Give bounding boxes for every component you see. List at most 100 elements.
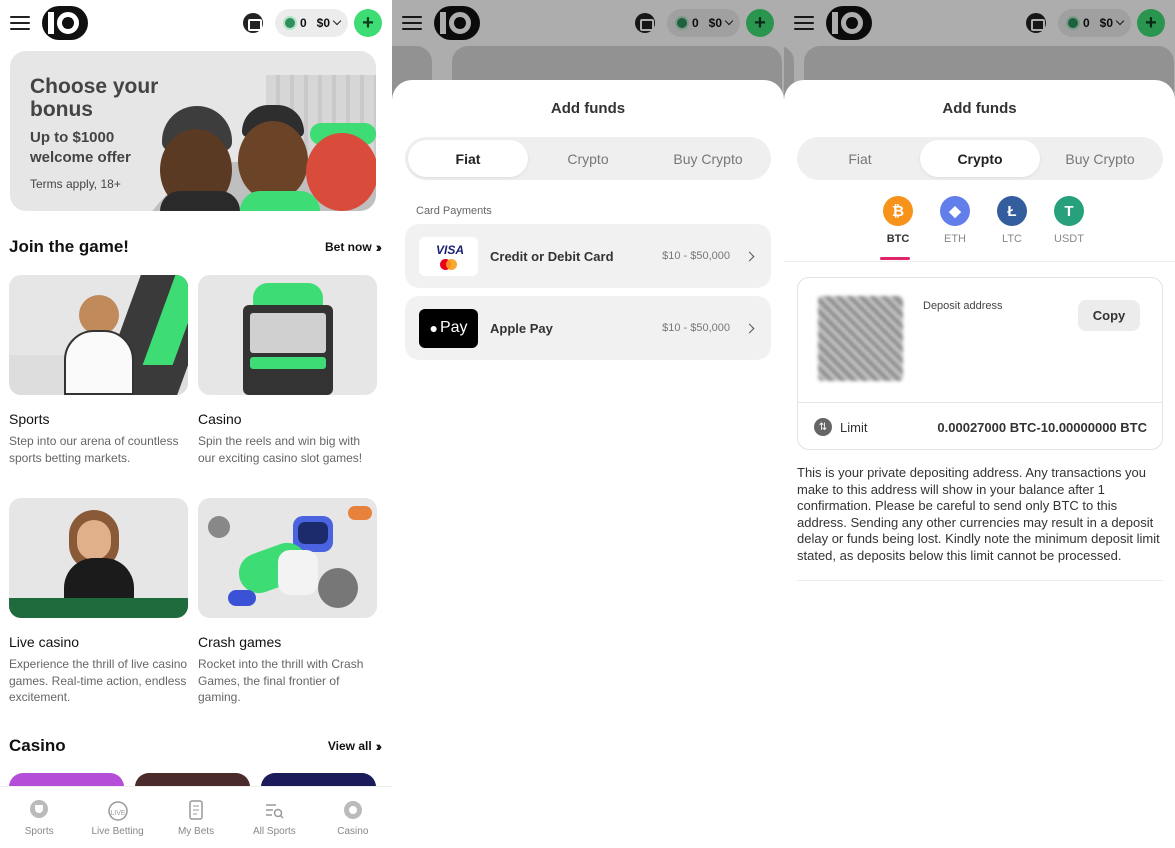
home-screen: 0 $0 + Choose your bonus Up to $1000 wel… (0, 0, 392, 848)
card-title: Live casino (9, 634, 80, 650)
limit-label: Limit (840, 420, 868, 435)
casino-image[interactable] (198, 275, 377, 395)
limit-value: 0.00027000 BTC-10.00000000 BTC (937, 420, 1147, 435)
card-sports: Sports Step into our arena of countless … (9, 275, 188, 466)
top-bar: 0 $0 + (0, 0, 392, 46)
nav-casino[interactable]: Casino (314, 787, 392, 848)
join-title: Join the game! (9, 237, 129, 256)
litecoin-icon: Ł (997, 196, 1027, 226)
tab-buy-crypto[interactable]: Buy Crypto (1040, 140, 1160, 177)
arrows-updown-icon: ⇅ (814, 418, 832, 436)
gift-icon[interactable] (242, 13, 263, 33)
character-bearded (238, 121, 308, 201)
card-title: Sports (9, 411, 50, 427)
funding-tabs: Fiat Crypto Buy Crypto (405, 137, 771, 180)
bet-now-link[interactable]: Bet now ›› (325, 239, 383, 255)
character-body-green (240, 191, 320, 211)
live-stopwatch-icon: LIVE (107, 801, 128, 821)
bitcoin-icon: ₿ (883, 196, 913, 226)
crash-games-image[interactable] (198, 498, 377, 618)
nav-my-bets[interactable]: My Bets (157, 787, 235, 848)
promo-banner[interactable]: Choose your bonus Up to $1000 welcome of… (10, 51, 376, 211)
card-desc: Rocket into the thrill with Crash Games,… (198, 657, 364, 704)
sheet-title: Add funds (942, 100, 1017, 117)
copy-button[interactable]: Copy (1078, 300, 1140, 331)
casino-section-header: Casino View all ›› (9, 736, 383, 756)
balance-amount: $0 (316, 16, 330, 30)
nav-label: My Bets (177, 826, 215, 837)
add-funds-crypto-screen: 0 $0 + Add funds Fiat Crypto Buy Crypto … (784, 0, 1175, 848)
visa-logo-text: VISA (436, 242, 465, 257)
currency-label: ETH (944, 233, 966, 245)
nav-label: Live Betting (91, 826, 144, 837)
promo-subtitle: Up to $1000 welcome offer (30, 129, 131, 166)
card-desc: Experience the thrill of live casino gam… (9, 657, 188, 704)
nav-label: Casino (337, 826, 369, 837)
currency-label: USDT (1054, 233, 1084, 245)
view-all-label: View all (327, 739, 372, 753)
nav-all-sports[interactable]: All Sports (235, 787, 313, 848)
payment-method-card[interactable]: VISA Credit or Debit Card $10 - $50,000 (405, 224, 771, 288)
card-payments-label: Card Payments (416, 205, 492, 217)
payment-method-name: Credit or Debit Card (490, 248, 614, 264)
chevron-right-icon (744, 251, 755, 261)
payment-method-name: Apple Pay (490, 320, 553, 336)
sheet-title: Add funds (550, 100, 626, 117)
tab-fiat[interactable]: Fiat (408, 140, 528, 177)
currency-label: LTC (1002, 233, 1022, 245)
view-all-link[interactable]: View all ›› (327, 738, 383, 754)
payment-method-range: $10 - $50,000 (662, 322, 730, 334)
double-chevron-right-icon: ›› (375, 239, 383, 255)
casino-title: Casino (9, 736, 66, 755)
live-casino-image[interactable] (9, 498, 188, 618)
deposit-address-label: Deposit address (923, 300, 1003, 312)
chevron-right-icon (744, 323, 755, 333)
tab-fiat[interactable]: Fiat (800, 140, 920, 177)
wallet-balance[interactable]: 0 $0 (274, 9, 348, 37)
promo-terms: Terms apply, 18+ (30, 177, 121, 191)
coin-count: 0 (299, 16, 307, 30)
apple-pay-logo-text: Pay (439, 319, 468, 336)
qr-code-image (818, 296, 903, 381)
deposit-info-text: This is your private depositing address.… (797, 465, 1160, 563)
selected-currency-indicator (880, 257, 910, 260)
deposit-address-box: Deposit address Copy ⇅ Limit 0.00027000 … (797, 277, 1163, 450)
divider (784, 261, 1175, 262)
currency-eth[interactable]: ◆ ETH (939, 196, 971, 245)
currency-usdt[interactable]: T USDT (1053, 196, 1085, 245)
double-chevron-right-icon: ›› (375, 738, 383, 754)
currency-selector: ₿ BTC ◆ ETH Ł LTC T USDT (784, 196, 1175, 245)
tab-buy-crypto[interactable]: Buy Crypto (648, 140, 768, 177)
chevron-down-icon (332, 16, 342, 26)
payment-method-apple-pay[interactable]: ● Pay Apple Pay $10 - $50,000 (405, 296, 771, 360)
apple-pay-icon: ● Pay (419, 308, 478, 348)
payment-method-range: $10 - $50,000 (662, 250, 730, 262)
add-funds-fiat-screen: 0 $0 + Add funds Fiat Crypto Buy Crypto … (392, 0, 784, 848)
bottom-nav: Sports LIVE Live Betting My Bets All Spo… (0, 786, 392, 848)
promo-title: Choose your bonus (30, 75, 159, 121)
card-live-casino: Live casino Experience the thrill of liv… (9, 498, 188, 706)
card-casino: Casino Spin the reels and win big with o… (198, 275, 377, 466)
trophy-icon (30, 800, 49, 818)
list-search-icon (266, 804, 284, 819)
nav-label: Sports (24, 826, 54, 837)
logo[interactable] (42, 6, 88, 40)
menu-icon[interactable] (10, 16, 30, 30)
card-crash-games: Crash games Rocket into the thrill with … (198, 498, 377, 706)
ethereum-icon: ◆ (940, 196, 970, 226)
bet-now-label: Bet now (325, 240, 372, 254)
deposit-plus-button[interactable]: + (354, 9, 382, 37)
sports-image[interactable] (9, 275, 188, 395)
tab-crypto[interactable]: Crypto (528, 140, 648, 177)
divider (798, 402, 1162, 403)
casino-chip-icon (343, 801, 362, 819)
card-title: Casino (198, 411, 242, 427)
currency-ltc[interactable]: Ł LTC (996, 196, 1028, 245)
tab-crypto[interactable]: Crypto (920, 140, 1040, 177)
currency-btc[interactable]: ₿ BTC (882, 196, 914, 245)
character-body-dark (160, 191, 240, 211)
nav-sports[interactable]: Sports (0, 787, 78, 848)
card-desc: Spin the reels and win big with our exci… (198, 434, 363, 465)
coin-icon (282, 16, 297, 30)
nav-live-betting[interactable]: LIVE Live Betting (78, 787, 156, 848)
